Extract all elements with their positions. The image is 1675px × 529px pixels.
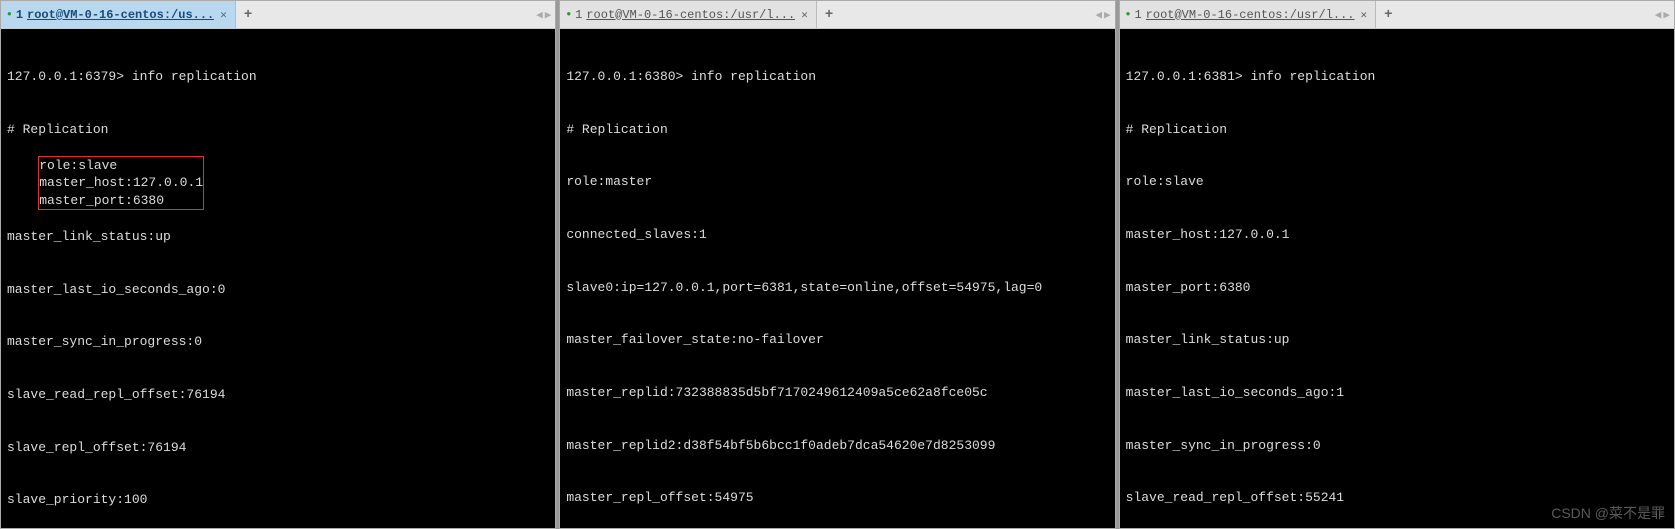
terminal-output[interactable]: 127.0.0.1:6381> info replication # Repli… bbox=[1120, 29, 1674, 528]
terminal-output[interactable]: 127.0.0.1:6379> info replication # Repli… bbox=[1, 29, 555, 528]
tab-title: root@VM-0-16-centos:/usr/l... bbox=[586, 8, 795, 22]
chevron-right-icon[interactable]: ▶ bbox=[1104, 8, 1111, 22]
tab-nav: ◀ ▶ bbox=[1655, 8, 1674, 22]
session-tab[interactable]: ● 1 root@VM-0-16-centos:/usr/l... ✕ bbox=[1120, 1, 1376, 28]
chevron-left-icon[interactable]: ◀ bbox=[536, 8, 543, 22]
add-tab-button[interactable]: + bbox=[1376, 7, 1400, 23]
command-line: 127.0.0.1:6381> info replication bbox=[1126, 68, 1668, 86]
add-tab-button[interactable]: + bbox=[817, 7, 841, 23]
close-icon[interactable]: ✕ bbox=[218, 8, 229, 22]
output-line: master_port:6380 bbox=[1126, 279, 1668, 297]
output-line: slave_read_repl_offset:55241 bbox=[1126, 489, 1668, 507]
chevron-left-icon[interactable]: ◀ bbox=[1655, 8, 1662, 22]
terminal-pane-2: ● 1 root@VM-0-16-centos:/usr/l... ✕ + ◀ … bbox=[559, 0, 1115, 529]
output-line: slave_repl_offset:76194 bbox=[7, 439, 549, 457]
output-line: master_replid:732388835d5bf7170249612409… bbox=[566, 384, 1108, 402]
session-tab[interactable]: ● 1 root@VM-0-16-centos:/usr/l... ✕ bbox=[560, 1, 816, 28]
highlighted-block: role:slavemaster_host:127.0.0.1master_po… bbox=[38, 156, 204, 211]
output-line: role:slave bbox=[1126, 173, 1668, 191]
tab-bar: ● 1 root@VM-0-16-centos:/usr/l... ✕ + ◀ … bbox=[560, 1, 1114, 29]
chevron-left-icon[interactable]: ◀ bbox=[1095, 8, 1102, 22]
status-dot-icon: ● bbox=[1126, 10, 1131, 19]
add-tab-button[interactable]: + bbox=[236, 7, 260, 23]
output-line: master_host:127.0.0.1 bbox=[39, 174, 203, 192]
output-line: master_last_io_seconds_ago:1 bbox=[1126, 384, 1668, 402]
command-line: 127.0.0.1:6379> info replication bbox=[7, 68, 549, 86]
output-line: connected_slaves:1 bbox=[566, 226, 1108, 244]
close-icon[interactable]: ✕ bbox=[799, 8, 810, 22]
output-line: slave0:ip=127.0.0.1,port=6381,state=onli… bbox=[566, 279, 1108, 297]
output-line: role:master bbox=[566, 173, 1108, 191]
command-line: 127.0.0.1:6380> info replication bbox=[566, 68, 1108, 86]
command-text: info replication bbox=[691, 68, 816, 86]
output-line: role:slave bbox=[39, 157, 203, 175]
terminal-pane-3: ● 1 root@VM-0-16-centos:/usr/l... ✕ + ◀ … bbox=[1119, 0, 1675, 529]
output-line: master_link_status:up bbox=[1126, 331, 1668, 349]
output-line: slave_read_repl_offset:76194 bbox=[7, 386, 549, 404]
output-line: master_last_io_seconds_ago:0 bbox=[7, 281, 549, 299]
prompt: 127.0.0.1:6381> bbox=[1126, 68, 1243, 86]
prompt: 127.0.0.1:6379> bbox=[7, 68, 124, 86]
tab-nav: ◀ ▶ bbox=[536, 8, 555, 22]
terminal-pane-1: ● 1 root@VM-0-16-centos:/us... ✕ + ◀ ▶ 1… bbox=[0, 0, 556, 529]
output-line: master_link_status:up bbox=[7, 228, 549, 246]
status-dot-icon: ● bbox=[7, 10, 12, 19]
output-line: # Replication bbox=[566, 121, 1108, 139]
command-text: info replication bbox=[132, 68, 257, 86]
tab-title: root@VM-0-16-centos:/usr/l... bbox=[1146, 8, 1355, 22]
output-line: master_failover_state:no-failover bbox=[566, 331, 1108, 349]
close-icon[interactable]: ✕ bbox=[1359, 8, 1370, 22]
prompt: 127.0.0.1:6380> bbox=[566, 68, 683, 86]
output-line: master_port:6380 bbox=[39, 192, 203, 210]
output-line: slave_priority:100 bbox=[7, 491, 549, 509]
tab-prefix: 1 bbox=[16, 8, 23, 22]
terminal-output[interactable]: 127.0.0.1:6380> info replication # Repli… bbox=[560, 29, 1114, 528]
tab-title: root@VM-0-16-centos:/us... bbox=[27, 8, 214, 22]
chevron-right-icon[interactable]: ▶ bbox=[1663, 8, 1670, 22]
chevron-right-icon[interactable]: ▶ bbox=[545, 8, 552, 22]
output-line: # Replication bbox=[7, 121, 549, 139]
output-line: master_sync_in_progress:0 bbox=[7, 333, 549, 351]
session-tab[interactable]: ● 1 root@VM-0-16-centos:/us... ✕ bbox=[1, 1, 236, 28]
tab-bar: ● 1 root@VM-0-16-centos:/usr/l... ✕ + ◀ … bbox=[1120, 1, 1674, 29]
output-line: master_repl_offset:54975 bbox=[566, 489, 1108, 507]
output-line: master_sync_in_progress:0 bbox=[1126, 437, 1668, 455]
tab-nav: ◀ ▶ bbox=[1095, 8, 1114, 22]
tab-prefix: 1 bbox=[575, 8, 582, 22]
status-dot-icon: ● bbox=[566, 10, 571, 19]
output-line: master_host:127.0.0.1 bbox=[1126, 226, 1668, 244]
command-text: info replication bbox=[1251, 68, 1376, 86]
output-line: master_replid2:d38f54bf5b6bcc1f0adeb7dca… bbox=[566, 437, 1108, 455]
output-line: # Replication bbox=[1126, 121, 1668, 139]
tab-bar: ● 1 root@VM-0-16-centos:/us... ✕ + ◀ ▶ bbox=[1, 1, 555, 29]
tab-prefix: 1 bbox=[1134, 8, 1141, 22]
